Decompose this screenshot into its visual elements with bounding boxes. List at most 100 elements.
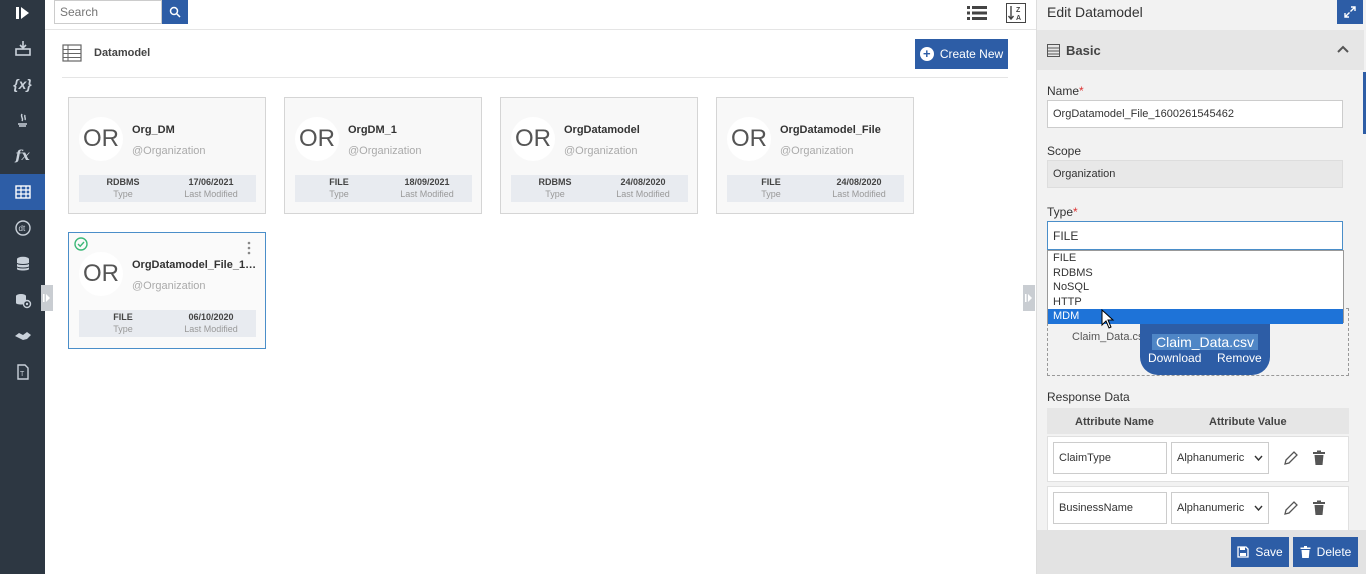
sidebar-item-import[interactable]	[0, 30, 45, 66]
response-table-header: Attribute Name Attribute Value	[1047, 408, 1349, 434]
card-scope: @Organization	[132, 145, 206, 157]
edit-panel: Edit Datamodel Basic Name* OrgDatamodel_…	[1036, 0, 1366, 574]
card-footer: FILE Type 18/09/2021 Last Modified	[295, 175, 472, 202]
name-field[interactable]: OrgDatamodel_File_1600261545462	[1047, 100, 1343, 128]
card-title: OrgDatamodel_File	[780, 124, 881, 136]
panel-title: Edit Datamodel	[1047, 4, 1143, 20]
card-scope: @Organization	[564, 145, 638, 157]
card-type-label: Type	[113, 324, 133, 334]
type-option-mdm[interactable]: MDM	[1048, 309, 1343, 324]
response-data-label: Response Data	[1047, 390, 1130, 404]
mouse-cursor-icon	[1101, 309, 1115, 329]
attr-name-input[interactable]: ClaimType	[1053, 442, 1167, 474]
trash-icon[interactable]	[1312, 450, 1326, 466]
trash-icon[interactable]	[1312, 500, 1326, 516]
sidebar-item-database[interactable]	[0, 246, 45, 282]
list-view-icon	[967, 6, 987, 20]
datamodel-card[interactable]: OR OrgDM_1 @Organization FILE Type 18/09/…	[284, 97, 482, 214]
download-link[interactable]: Download	[1148, 351, 1201, 365]
remove-link[interactable]: Remove	[1217, 351, 1262, 365]
card-footer: RDBMS Type 17/06/2021 Last Modified	[79, 175, 256, 202]
dt-icon: dt	[14, 220, 31, 236]
search-button[interactable]	[162, 0, 188, 24]
scope-field: Organization	[1047, 160, 1343, 188]
sidebar-item-settings[interactable]	[0, 282, 45, 318]
sidebar-item-template[interactable]: T	[0, 354, 45, 390]
svg-text:A: A	[1016, 15, 1021, 22]
sidebar: {x} fx dt T	[0, 0, 45, 574]
card-date-label: Last Modified	[184, 189, 238, 199]
card-scope: @Organization	[132, 280, 206, 292]
avatar: OR	[79, 252, 123, 296]
more-options-icon[interactable]	[245, 241, 253, 255]
name-label: Name*	[1047, 84, 1084, 98]
type-option-http[interactable]: HTTP	[1048, 295, 1343, 310]
chevron-down-icon	[1254, 455, 1263, 461]
edit-icon[interactable]	[1283, 500, 1299, 516]
panel-collapse-handle[interactable]	[1023, 285, 1035, 311]
sidebar-item-dt[interactable]: dt	[0, 210, 45, 246]
check-circle-icon	[74, 237, 88, 251]
datamodel-card[interactable]: OR OrgDatamodel_File @Organization FILE T…	[716, 97, 914, 214]
type-option-rdbms[interactable]: RDBMS	[1048, 266, 1343, 281]
handshake-icon	[14, 332, 31, 340]
type-option-nosql[interactable]: NoSQL	[1048, 280, 1343, 295]
sort-az-icon: ZA	[1006, 3, 1026, 23]
card-title: OrgDatamodel_File_1600261545462	[132, 259, 260, 271]
datamodel-card[interactable]: OR OrgDatamodel @Organization RDBMS Type …	[500, 97, 698, 214]
java-icon	[17, 113, 27, 127]
attr-name-input[interactable]: BusinessName	[1053, 492, 1167, 524]
avatar: OR	[79, 117, 123, 161]
attr-value-header: Attribute Value	[1209, 416, 1287, 428]
form-icon	[1047, 44, 1060, 57]
template-icon: T	[16, 364, 29, 380]
plus-icon: +	[919, 47, 934, 61]
card-type-label: Type	[545, 189, 565, 199]
avatar: OR	[295, 117, 339, 161]
card-date-label: Last Modified	[832, 189, 886, 199]
save-button[interactable]: Save	[1231, 537, 1289, 567]
list-view-button[interactable]	[966, 3, 988, 23]
create-new-label: Create New	[939, 47, 1004, 61]
search-icon	[169, 6, 181, 18]
file-chip: Claim_Data.csv Download Remove	[1140, 319, 1270, 375]
sidebar-item-variables[interactable]: {x}	[0, 66, 45, 102]
card-date: 17/06/2021	[188, 177, 234, 187]
expand-button[interactable]	[1337, 0, 1363, 24]
create-new-button[interactable]: + Create New	[915, 39, 1008, 69]
datamodel-card-selected[interactable]: OR OrgDatamodel_File_1600261545462 @Orga…	[68, 232, 266, 349]
type-option-file[interactable]: FILE	[1048, 251, 1343, 266]
table-row: BusinessName Alphanumeric	[1047, 486, 1349, 532]
topbar: ZA	[45, 0, 1036, 30]
card-date-label: Last Modified	[400, 189, 454, 199]
edit-icon[interactable]	[1283, 450, 1299, 466]
card-scope: @Organization	[348, 145, 422, 157]
page-title: Datamodel	[94, 47, 151, 59]
svg-text:T: T	[20, 371, 25, 378]
avatar: OR	[727, 117, 771, 161]
card-type: FILE	[113, 312, 133, 322]
sidebar-item-handshake[interactable]	[0, 318, 45, 354]
section-basic-header[interactable]: Basic	[1037, 30, 1364, 70]
sidebar-item-functions[interactable]: fx	[0, 138, 45, 174]
sidebar-item-datamodel[interactable]	[0, 174, 45, 210]
attr-type-select[interactable]: Alphanumeric	[1171, 442, 1269, 474]
app-logo[interactable]	[0, 0, 45, 26]
section-title: Basic	[1066, 43, 1101, 58]
card-type: FILE	[761, 177, 781, 187]
card-title: OrgDatamodel	[564, 124, 640, 136]
type-select[interactable]: FILE	[1047, 221, 1343, 250]
chevron-right-icon	[43, 294, 50, 302]
card-date: 06/10/2020	[188, 312, 234, 322]
table-row: ClaimType Alphanumeric	[1047, 436, 1349, 482]
sort-button[interactable]: ZA	[1005, 3, 1027, 23]
datamodel-card[interactable]: OR Org_DM @Organization RDBMS Type 17/06/…	[68, 97, 266, 214]
sidebar-collapse-handle[interactable]	[41, 285, 53, 311]
search-input[interactable]	[54, 0, 162, 24]
sidebar-item-java[interactable]	[0, 102, 45, 138]
card-type-label: Type	[329, 189, 349, 199]
delete-button[interactable]: Delete	[1293, 537, 1358, 567]
attr-type-select[interactable]: Alphanumeric	[1171, 492, 1269, 524]
chevron-up-icon	[1337, 45, 1349, 53]
card-footer: RDBMS Type 24/08/2020 Last Modified	[511, 175, 688, 202]
